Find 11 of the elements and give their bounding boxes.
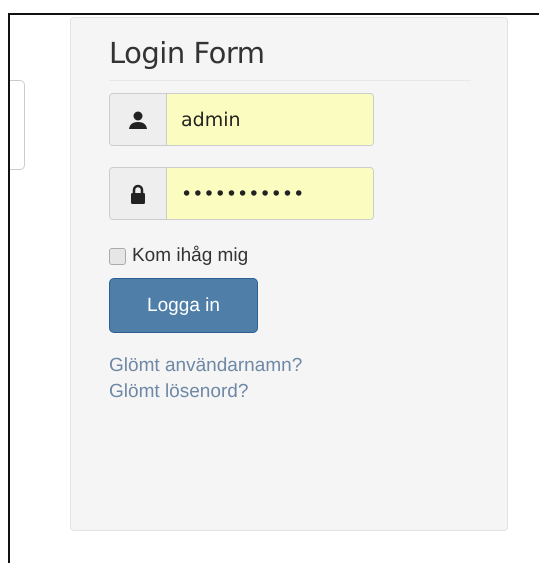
login-button[interactable]: Logga in xyxy=(109,278,258,333)
form-title: Login Form xyxy=(109,36,471,81)
lock-icon xyxy=(130,184,146,204)
user-icon xyxy=(128,110,148,128)
username-field[interactable]: admin xyxy=(109,93,374,146)
remember-label: Kom ihåg mig xyxy=(132,245,248,267)
forgot-link[interactable]: Glömt användarnamn? xyxy=(109,355,302,377)
password-field[interactable]: ••••••••••• xyxy=(109,167,374,220)
forgot-link[interactable]: Glömt lösenord? xyxy=(109,381,248,403)
side-button[interactable] xyxy=(10,80,25,170)
remember-checkbox[interactable] xyxy=(109,248,126,264)
